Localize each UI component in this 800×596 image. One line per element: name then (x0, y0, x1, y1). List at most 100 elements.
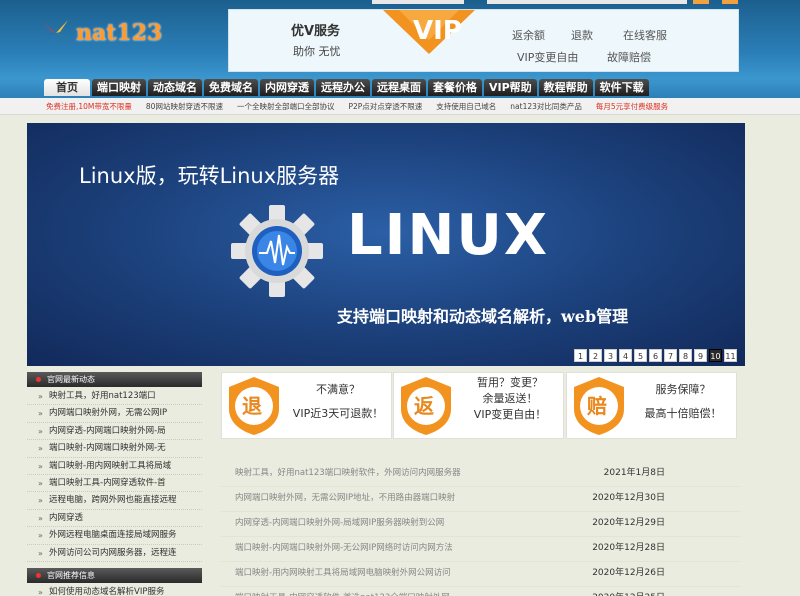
news-title[interactable]: 端口映射-用内网映射工具将局域网电脑映射外网公网访问 (221, 562, 451, 586)
vip-link-refund-balance[interactable]: 返余额 (512, 27, 545, 43)
vip-link-fault-compensation[interactable]: 故障赔偿 (607, 49, 651, 65)
vip-service-subtitle: 助你 无忧 (293, 45, 341, 58)
news-title[interactable]: 内网穿透-内网端口映射外网-局域网IP服务器映射到公网 (221, 512, 444, 536)
news-row[interactable]: 端口映射-内网端口映射外网-无公网IP网络时访问内网方法 2020年12月28日 (221, 537, 741, 562)
sidebar-news-item[interactable]: 外网远程电脑桌面连接局域网服务 (27, 527, 202, 545)
site-header: nat123 优V服务 助你 无忧 VIP 返余额 退款 在线客服 VIP变更自… (0, 0, 800, 98)
sidebar-news-item[interactable]: 内网穿透-内网端口映射外网-局 (27, 423, 202, 441)
sidebar-recommended-list: 如何使用动态域名解析VIP服务 (27, 584, 202, 596)
feature-compensation-text: 服务保障？ 最高十倍赔偿！ (629, 382, 737, 422)
feature-refund-line: VIP近3天可退款！ (292, 407, 384, 420)
nav-item-port-mapping[interactable]: 端口映射 (92, 79, 146, 96)
sidebar-heading-latest-news: 官网最新动态 (27, 372, 202, 387)
news-row[interactable]: 端口映射-用内网映射工具将局域网电脑映射外网公网访问 2020年12月26日 (221, 562, 741, 587)
news-title[interactable]: 端口映射-内网端口映射外网-无公网IP网络时访问内网方法 (221, 537, 453, 561)
banner-pager: 1 2 3 4 5 6 7 8 9 10 11 (572, 349, 737, 362)
news-row[interactable]: 端口映射工具-内网穿透软件-首选nat123全端口映射外网 2020年12月25… (221, 587, 741, 596)
news-row[interactable]: 映射工具，好用nat123端口映射软件，外网访问内网服务器 2021年1月8日 (221, 462, 741, 487)
sidebar-news-item[interactable]: 远程电脑，跨网外网也能直接远程 (27, 492, 202, 510)
subnav-link[interactable]: 一个全映射全部端口全部协议 (237, 101, 335, 112)
nav-item-tutorial-help[interactable]: 教程帮助 (538, 79, 593, 96)
feature-refund-char: 退 (242, 394, 262, 418)
sidebar-news-item[interactable]: 映射工具，好用nat123端口 (27, 388, 202, 406)
sidebar-news-list: 映射工具，好用nat123端口 内网端口映射外网，无需公网IP 内网穿透-内网端… (27, 388, 202, 562)
subnav-link[interactable]: P2P点对点穿透不限速 (348, 101, 422, 112)
sidebar-news-item[interactable]: 外网访问公司内网服务器，远程连 (27, 545, 202, 562)
sidebar-recommended-item[interactable]: 如何使用动态域名解析VIP服务 (27, 584, 202, 596)
feature-return-line: VIP变更自由！ (473, 408, 547, 421)
feature-refund[interactable]: 退 不满意？ VIP近3天可退款！ (221, 372, 392, 439)
sub-nav: 免费注册,10M带宽不限量 80网站映射穿透不限速 一个全映射全部端口全部协议 … (0, 98, 800, 115)
feature-return[interactable]: 返 暂用？变更？ 余量返送！ VIP变更自由！ (393, 372, 564, 439)
nav-item-dynamic-domain[interactable]: 动态域名 (148, 79, 202, 96)
banner-page-button[interactable]: 1 (574, 349, 587, 362)
subnav-link[interactable]: 支持使用自己域名 (436, 101, 496, 112)
news-date: 2020年12月29日 (592, 518, 665, 528)
top-search-box[interactable] (372, 0, 464, 4)
banner-page-button[interactable]: 2 (589, 349, 602, 362)
logo-text: nat123 (76, 20, 163, 46)
feature-return-line: 暂用？变更？ (477, 376, 543, 389)
subnav-link[interactable]: 每月5元享付费级服务 (596, 101, 668, 112)
news-list: 映射工具，好用nat123端口映射软件，外网访问内网服务器 2021年1月8日 … (221, 462, 741, 596)
feature-compensation-line: 最高十倍赔偿！ (644, 407, 722, 420)
banner-page-button[interactable]: 6 (649, 349, 662, 362)
banner-page-button[interactable]: 8 (679, 349, 692, 362)
feature-compensation[interactable]: 赔 服务保障？ 最高十倍赔偿！ (566, 372, 737, 439)
subnav-link[interactable]: 免费注册,10M带宽不限量 (46, 101, 132, 112)
banner-page-button[interactable]: 9 (694, 349, 707, 362)
banner-page-button[interactable]: 3 (604, 349, 617, 362)
sidebar-news-item[interactable]: 端口映射-内网端口映射外网-无 (27, 440, 202, 458)
news-title[interactable]: 映射工具，好用nat123端口映射软件，外网访问内网服务器 (221, 462, 461, 486)
news-row[interactable]: 内网穿透-内网端口映射外网-局域网IP服务器映射到公网 2020年12月29日 (221, 512, 741, 537)
nav-item-software-download[interactable]: 软件下载 (594, 79, 649, 96)
news-date: 2020年12月28日 (592, 543, 665, 553)
banner-page-button[interactable]: 11 (724, 349, 737, 362)
banner-title: Linux版，玩转Linux服务器 (79, 164, 340, 188)
nav-item-free-domain[interactable]: 免费域名 (204, 79, 258, 96)
nav-item-vip-help[interactable]: VIP帮助 (484, 79, 537, 96)
feature-compensation-char: 赔 (587, 394, 607, 418)
news-row[interactable]: 内网端口映射外网，无需公网IP地址，不用路由器端口映射 2020年12月30日 (221, 487, 741, 512)
top-button-icon-2[interactable] (722, 0, 738, 4)
site-logo[interactable]: nat123 (38, 18, 162, 48)
nav-item-home[interactable]: 首页 (44, 79, 90, 96)
nav-item-remote-office[interactable]: 远程办公 (316, 79, 370, 96)
vip-link-refund[interactable]: 退款 (571, 27, 593, 43)
banner-page-button[interactable]: 5 (634, 349, 647, 362)
top-button-icon[interactable] (693, 0, 709, 4)
banner-subtitle: 支持端口映射和动态域名解析，web管理 (337, 307, 629, 326)
banner-page-button[interactable]: 7 (664, 349, 677, 362)
vip-badge-text: VIP (413, 16, 462, 46)
news-title[interactable]: 内网端口映射外网，无需公网IP地址，不用路由器端口映射 (221, 487, 455, 511)
feature-compensation-line: 服务保障？ (655, 383, 711, 396)
vip-service-title: 优V服务 (291, 24, 341, 39)
news-date: 2021年1月8日 (603, 468, 665, 478)
feature-refund-text: 不满意？ VIP近3天可退款！ (284, 382, 392, 422)
sidebar-news-item[interactable]: 内网穿透 (27, 510, 202, 528)
feature-return-line: 余量返送！ (482, 392, 538, 405)
top-search-box-2[interactable] (487, 0, 687, 4)
nav-item-pricing[interactable]: 套餐价格 (428, 79, 482, 96)
sidebar-news-item[interactable]: 内网端口映射外网，无需公网IP (27, 405, 202, 423)
banner-page-button-active[interactable]: 10 (709, 349, 722, 362)
vip-link-online-support[interactable]: 在线客服 (623, 27, 667, 43)
banner-linux-wordmark: LINUX (347, 203, 550, 268)
news-title[interactable]: 端口映射工具-内网穿透软件-首选nat123全端口映射外网 (221, 587, 450, 596)
vip-link-change-free[interactable]: VIP变更自由 (517, 49, 578, 65)
feature-return-text: 暂用？变更？ 余量返送！ VIP变更自由！ (456, 375, 564, 423)
subnav-link[interactable]: nat123对比同类产品 (510, 101, 582, 112)
nav-item-intranet-penetration[interactable]: 内网穿透 (260, 79, 314, 96)
nav-item-remote-desktop[interactable]: 远程桌面 (372, 79, 426, 96)
banner-page-button[interactable]: 4 (619, 349, 632, 362)
main-nav: 首页 端口映射 动态域名 免费域名 内网穿透 远程办公 远程桌面 套餐价格 VI… (44, 79, 651, 96)
sidebar-news-item[interactable]: 端口映射-用内网映射工具将局域 (27, 458, 202, 475)
sidebar-news-item[interactable]: 端口映射工具-内网穿透软件-首 (27, 475, 202, 493)
news-date: 2020年12月25日 (592, 587, 741, 596)
feature-refund-line: 不满意？ (316, 383, 360, 396)
subnav-link[interactable]: 80网站映射穿透不限速 (146, 101, 223, 112)
news-date: 2020年12月30日 (592, 493, 665, 503)
gear-icon (231, 205, 323, 297)
hero-banner[interactable]: Linux版，玩转Linux服务器 LINUX 支持端口映射和动态域名解析，we… (27, 123, 745, 366)
vip-service-banner[interactable]: 优V服务 助你 无忧 VIP 返余额 退款 在线客服 VIP变更自由 故障赔偿 (228, 9, 739, 72)
